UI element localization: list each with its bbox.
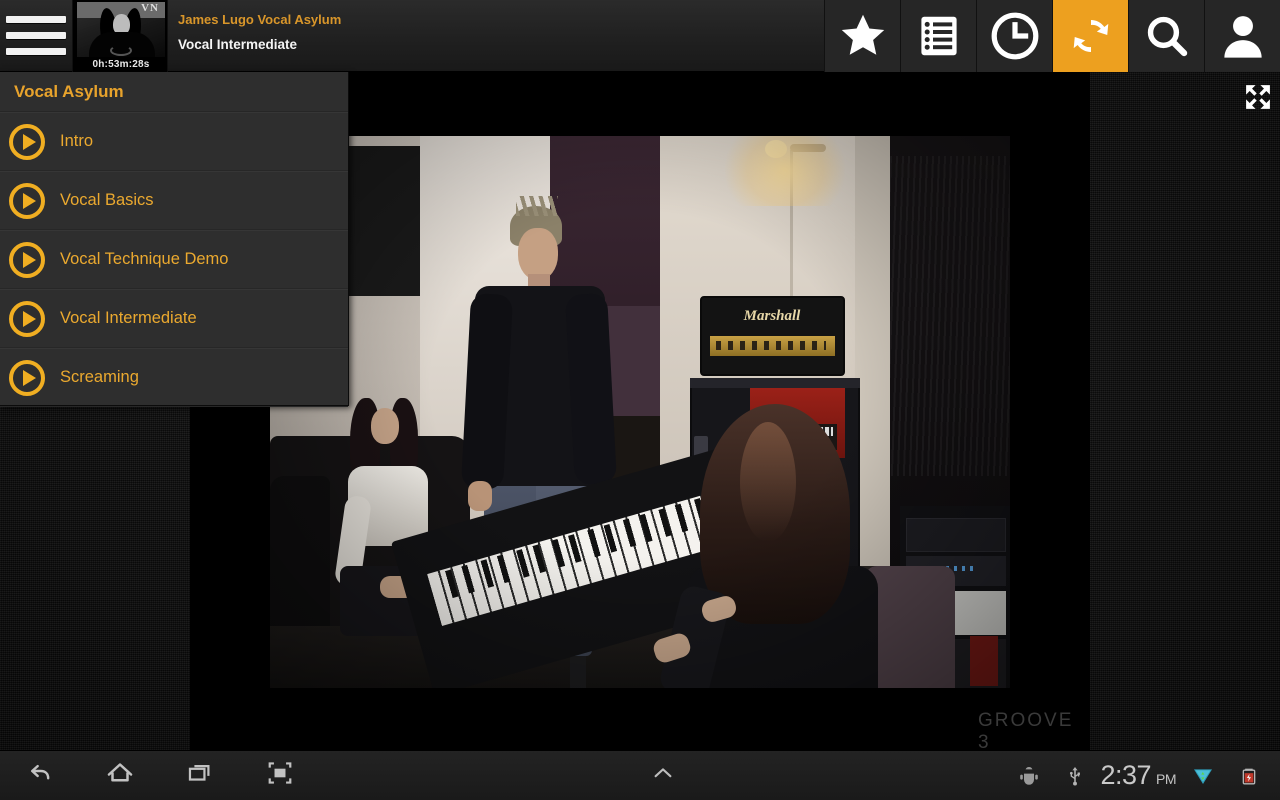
course-title: James Lugo Vocal Asylum bbox=[178, 12, 342, 27]
back-arrow-icon bbox=[23, 759, 57, 792]
chapter-label: Vocal Basics bbox=[60, 191, 154, 209]
usb-icon bbox=[1052, 751, 1098, 800]
android-debug-icon bbox=[1006, 751, 1052, 800]
chapter-item-intro[interactable]: Intro bbox=[0, 112, 348, 171]
app-bar: VN 0h:53m:28s James Lugo Vocal Asylum Vo… bbox=[0, 0, 1280, 72]
play-circle-icon bbox=[6, 241, 50, 278]
favorites-star-button[interactable] bbox=[824, 0, 900, 72]
search-icon bbox=[1142, 11, 1192, 61]
chapter-item-vocal-technique-demo[interactable]: Vocal Technique Demo bbox=[0, 230, 348, 289]
drawer-title: Vocal Asylum bbox=[0, 72, 348, 112]
screenshot-button[interactable] bbox=[240, 751, 320, 800]
play-circle-icon bbox=[6, 123, 50, 160]
chapter-item-screaming[interactable]: Screaming bbox=[0, 348, 348, 407]
playlist-notebook-icon bbox=[915, 12, 963, 60]
thumbnail-backdrop-text: VN bbox=[141, 2, 159, 14]
thumbnail-duration-badge: 0h:53m:28s bbox=[73, 57, 167, 72]
title-block: James Lugo Vocal Asylum Vocal Intermedia… bbox=[168, 0, 824, 71]
play-circle-icon bbox=[6, 182, 50, 219]
search-button[interactable] bbox=[1128, 0, 1204, 72]
play-triangle bbox=[23, 192, 36, 209]
hamburger-menu-icon[interactable] bbox=[0, 0, 72, 71]
wifi-signal-icon bbox=[1180, 751, 1226, 800]
play-triangle bbox=[23, 133, 36, 150]
thumbnail-shirt-logo bbox=[110, 45, 132, 56]
battery-charging-icon bbox=[1226, 751, 1272, 800]
lesson-title: Vocal Intermediate bbox=[178, 37, 298, 52]
screenshot-frame-icon bbox=[264, 759, 296, 792]
play-triangle bbox=[23, 369, 36, 386]
back-button[interactable] bbox=[0, 751, 80, 800]
chapter-drawer: Vocal Asylum Intro Vocal Basics Vocal Te… bbox=[0, 72, 349, 407]
hamburger-bar bbox=[6, 48, 66, 55]
favorites-star-icon bbox=[837, 10, 889, 62]
sync-refresh-icon bbox=[1066, 11, 1116, 61]
screen-root: VN 0h:53m:28s James Lugo Vocal Asylum Vo… bbox=[0, 0, 1280, 800]
account-user-icon bbox=[1217, 10, 1269, 62]
play-circle-icon bbox=[6, 300, 50, 337]
video-frame: Marshall bbox=[270, 136, 1010, 688]
recents-button[interactable] bbox=[160, 751, 240, 800]
clock-time: 2:37 bbox=[1100, 760, 1151, 790]
play-circle-icon bbox=[6, 359, 50, 396]
play-triangle bbox=[23, 251, 36, 268]
play-triangle bbox=[23, 310, 36, 327]
hamburger-bar bbox=[6, 16, 66, 23]
expand-notifications-button[interactable] bbox=[623, 751, 703, 800]
chapter-label: Intro bbox=[60, 132, 94, 150]
hamburger-bar bbox=[6, 32, 66, 39]
history-clock-button[interactable] bbox=[976, 0, 1052, 72]
course-thumbnail[interactable]: VN 0h:53m:28s bbox=[72, 0, 168, 72]
fullscreen-expand-icon[interactable] bbox=[1238, 80, 1278, 114]
chapter-item-vocal-intermediate[interactable]: Vocal Intermediate bbox=[0, 289, 348, 348]
sync-refresh-button[interactable] bbox=[1052, 0, 1128, 72]
history-clock-icon bbox=[989, 10, 1041, 62]
home-icon bbox=[102, 758, 138, 793]
playlist-notebook-button[interactable] bbox=[900, 0, 976, 72]
chapter-label: Vocal Intermediate bbox=[60, 309, 197, 327]
chevron-up-icon bbox=[644, 761, 682, 790]
system-status-tray[interactable]: 2:37 PM bbox=[1006, 751, 1280, 800]
app-bar-icon-group bbox=[824, 0, 1280, 72]
chapter-label: Screaming bbox=[60, 368, 139, 386]
groove3-watermark: GROOVE 3 bbox=[978, 710, 1074, 750]
chapter-label: Vocal Technique Demo bbox=[60, 250, 229, 268]
chapter-item-vocal-basics[interactable]: Vocal Basics bbox=[0, 171, 348, 230]
scene-vignette bbox=[270, 136, 1010, 688]
home-button[interactable] bbox=[80, 751, 160, 800]
status-clock: 2:37 PM bbox=[1100, 760, 1176, 791]
thumbnail-image: VN bbox=[77, 2, 165, 62]
system-navigation-bar: 2:37 PM bbox=[0, 750, 1280, 800]
account-user-button[interactable] bbox=[1204, 0, 1280, 72]
recent-apps-icon bbox=[183, 759, 217, 792]
clock-period: PM bbox=[1156, 771, 1177, 787]
